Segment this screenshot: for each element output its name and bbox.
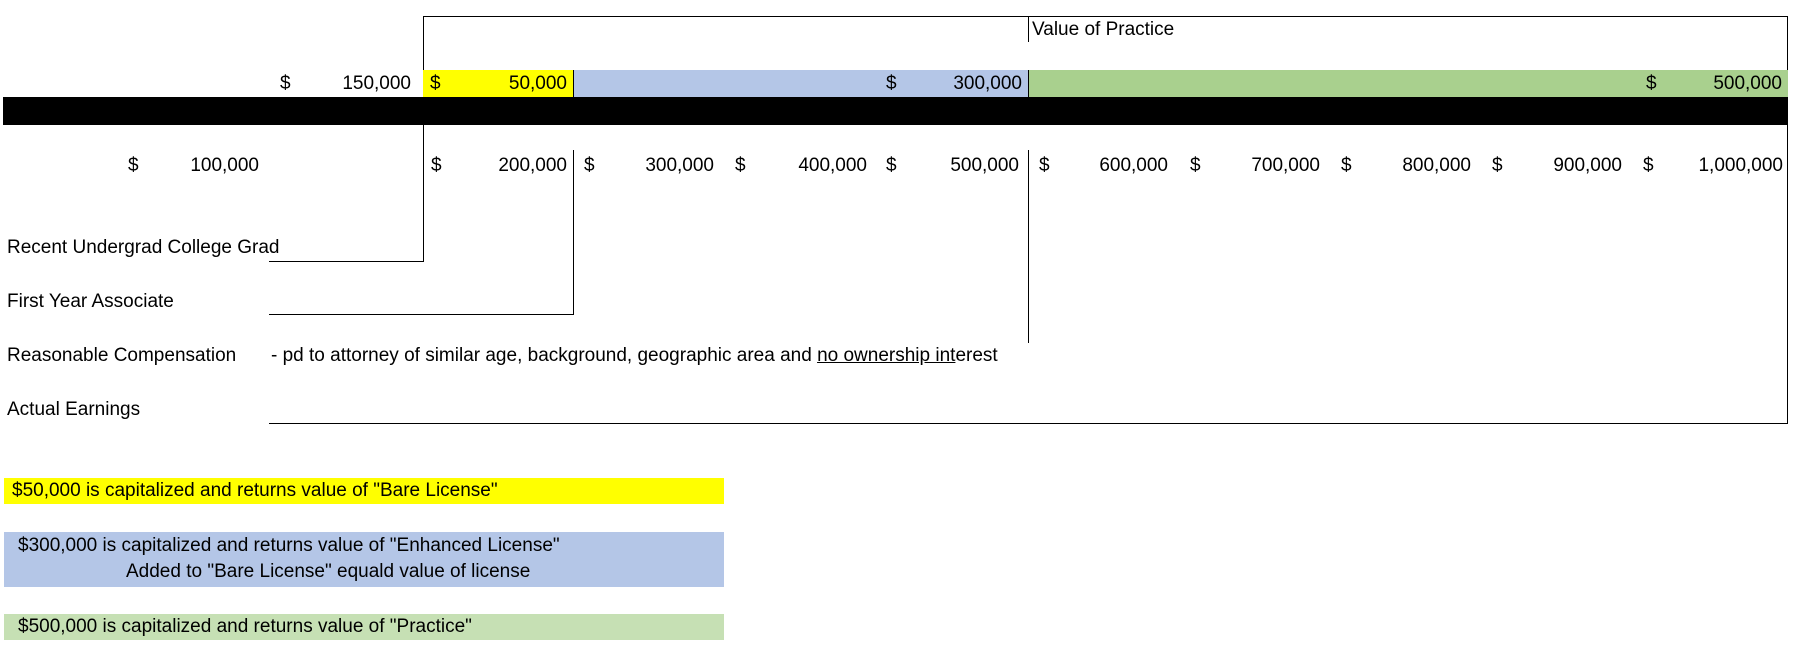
scale-currency-3: $ bbox=[584, 155, 595, 176]
note-enhanced-license-line1: $300,000 is capitalized and returns valu… bbox=[18, 535, 560, 556]
practice-band-currency: $ bbox=[1646, 73, 1657, 94]
actual-earnings-underline bbox=[269, 423, 1788, 424]
reasonable-compensation-note: - pd to attorney of similar age, backgro… bbox=[271, 344, 998, 368]
scale-currency-2: $ bbox=[431, 155, 442, 176]
practice-band: $ 500,000 bbox=[1028, 70, 1788, 97]
enhanced-license-band: $ 300,000 bbox=[573, 70, 1028, 97]
scale-currency-7: $ bbox=[1190, 155, 1201, 176]
scale-amount-9: 900,000 bbox=[1553, 155, 1622, 176]
reasonable-note-underlined: no ownership int bbox=[817, 345, 956, 366]
grad-underline bbox=[269, 261, 424, 262]
scale-amount-10: 1,000,000 bbox=[1698, 155, 1783, 176]
scale-currency-4: $ bbox=[735, 155, 746, 176]
scale-currency-5: $ bbox=[886, 155, 897, 176]
band-divider-bare bbox=[573, 70, 574, 97]
scale-amount-2: 200,000 bbox=[498, 155, 567, 176]
practice-divider bbox=[1028, 16, 1029, 42]
left-band-amount: 150,000 bbox=[342, 73, 411, 94]
left-band-currency: $ bbox=[280, 73, 291, 94]
scale-amount-6: 600,000 bbox=[1099, 155, 1168, 176]
row-label-first-year-associate: First Year Associate bbox=[7, 291, 174, 312]
note-enhanced-license-line2: Added to "Bare License" equald value of … bbox=[126, 561, 531, 582]
reasonable-note-part-a: - pd to attorney of similar age, backgro… bbox=[271, 345, 818, 366]
timeline-bar bbox=[3, 97, 1788, 125]
band-divider-practice bbox=[1028, 70, 1029, 97]
note-bare-license-text: $50,000 is capitalized and returns value… bbox=[12, 480, 498, 501]
scale-currency-6: $ bbox=[1039, 155, 1050, 176]
scale-amount-1: 100,000 bbox=[190, 155, 259, 176]
bare-band-amount: 50,000 bbox=[508, 73, 567, 94]
practice-frame-left bbox=[423, 16, 424, 261]
scale-currency-8: $ bbox=[1341, 155, 1352, 176]
associate-underline bbox=[269, 314, 574, 315]
note-practice-text: $500,000 is capitalized and returns valu… bbox=[18, 616, 472, 637]
scale-currency-10: $ bbox=[1643, 155, 1654, 176]
reasonable-note-part-c: erest bbox=[955, 345, 998, 366]
row-label-actual-earnings: Actual Earnings bbox=[7, 399, 141, 420]
scale-separator-500k bbox=[1028, 150, 1029, 343]
note-bare-license: $50,000 is capitalized and returns value… bbox=[4, 478, 724, 504]
scale-amount-8: 800,000 bbox=[1402, 155, 1471, 176]
enhanced-band-amount: 300,000 bbox=[953, 73, 1022, 94]
scale-amount-3: 300,000 bbox=[645, 155, 714, 176]
row-label-reasonable-compensation: Reasonable Compensation bbox=[7, 345, 237, 366]
scale-amount-4: 400,000 bbox=[798, 155, 867, 176]
scale-currency-1: $ bbox=[128, 155, 139, 176]
scale-amount-7: 700,000 bbox=[1251, 155, 1320, 176]
note-practice: $500,000 is capitalized and returns valu… bbox=[4, 614, 724, 640]
scale-amount-5: 500,000 bbox=[950, 155, 1019, 176]
note-enhanced-license: $300,000 is capitalized and returns valu… bbox=[4, 532, 724, 587]
bare-band-currency: $ bbox=[430, 73, 441, 94]
row-label-recent-grad: Recent Undergrad College Grad bbox=[7, 237, 280, 258]
practice-frame-top bbox=[423, 16, 1788, 17]
value-of-practice-label: Value of Practice bbox=[1032, 19, 1175, 40]
enhanced-band-currency: $ bbox=[886, 73, 897, 94]
practice-band-amount: 500,000 bbox=[1713, 73, 1782, 94]
scale-separator-200k bbox=[573, 150, 574, 315]
bare-license-band: $ 50,000 bbox=[423, 70, 573, 97]
scale-currency-9: $ bbox=[1492, 155, 1503, 176]
